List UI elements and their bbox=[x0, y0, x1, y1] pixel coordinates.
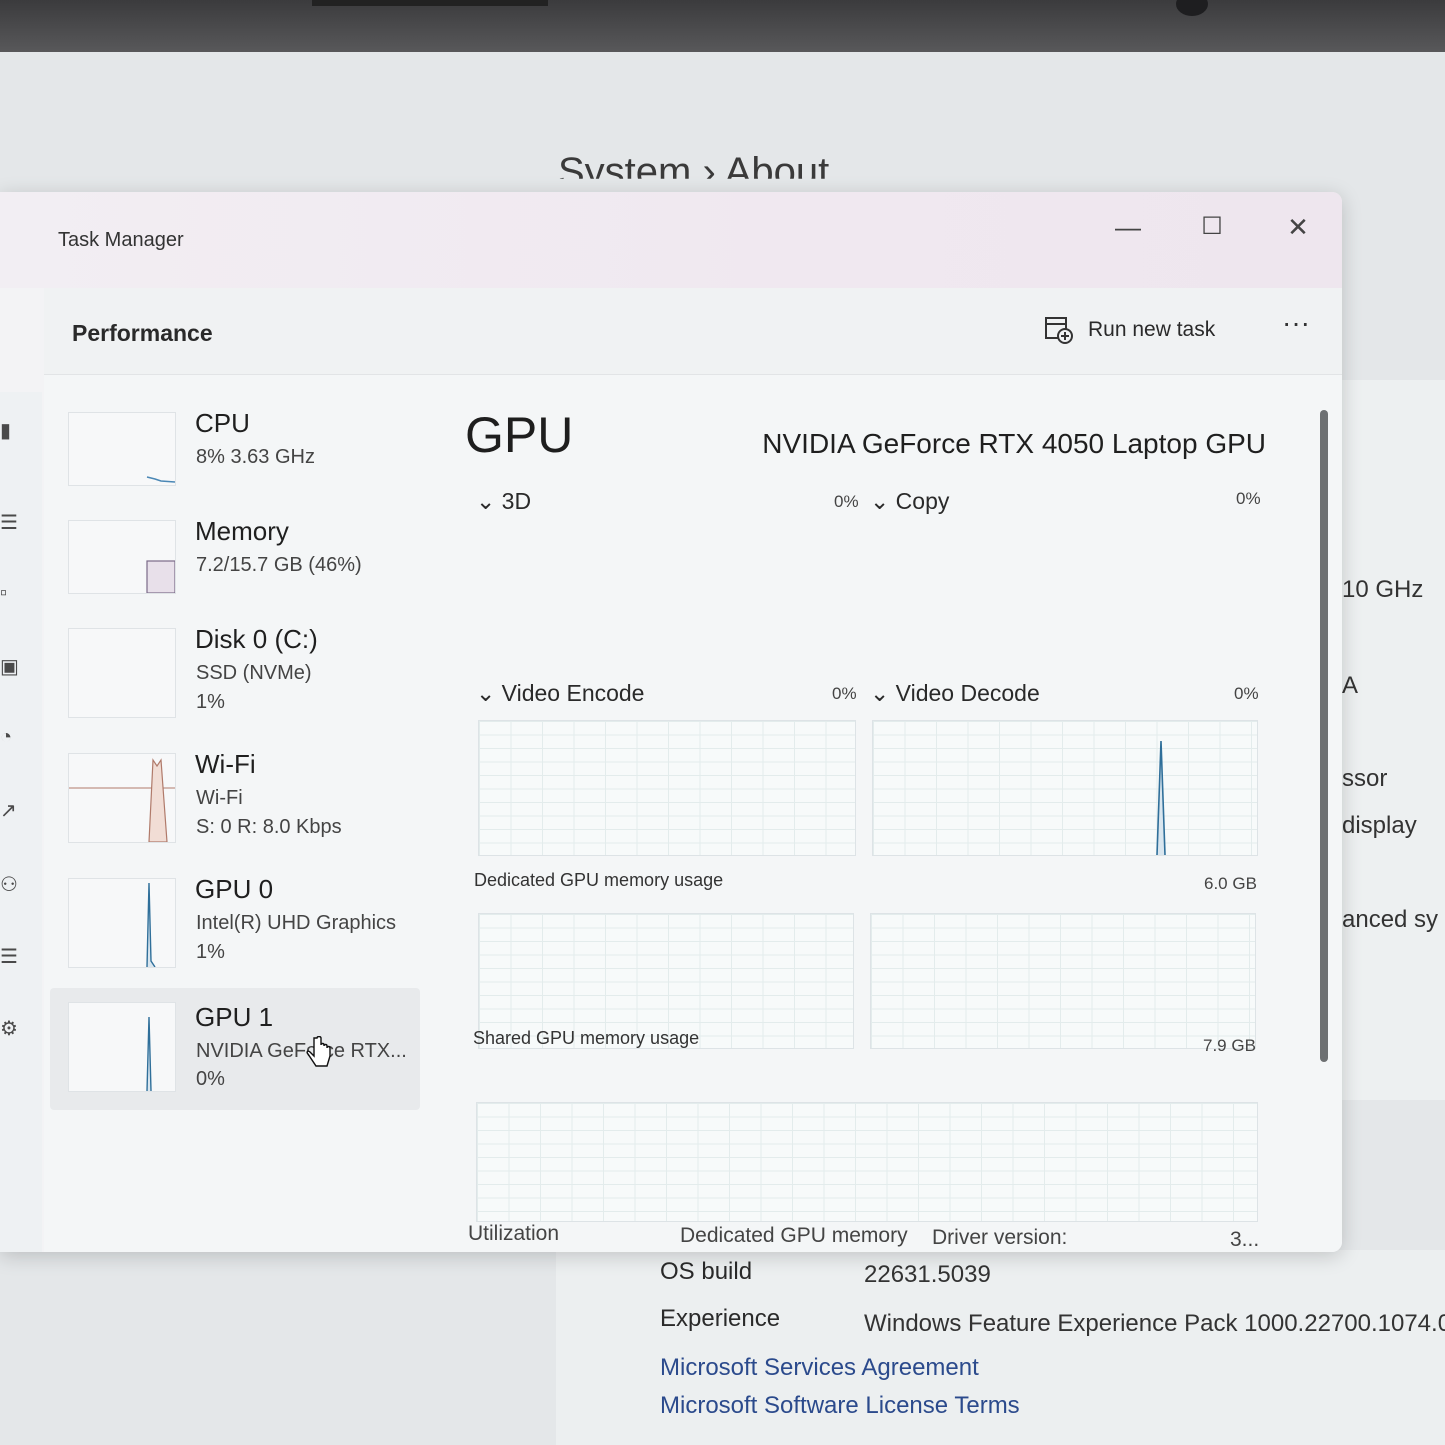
settings-fragment: display bbox=[1342, 812, 1417, 839]
wifi-thumbnail bbox=[68, 753, 176, 843]
utilization-label: Utilization bbox=[468, 1222, 560, 1245]
gpu-model-name: NVIDIA GeForce RTX 4050 Laptop GPU bbox=[762, 428, 1266, 459]
scrollbar[interactable] bbox=[1320, 410, 1328, 1062]
license-terms-link[interactable]: Microsoft Software License Terms bbox=[660, 1392, 1020, 1420]
title-bar[interactable]: Task Manager — ☐ ✕ bbox=[0, 192, 1342, 288]
bezel-bar bbox=[312, 0, 548, 6]
cpu-thumbnail bbox=[68, 412, 176, 486]
device-wifi[interactable]: Wi-Fi Wi-Fi S: 0 R: 8.0 Kbps bbox=[50, 749, 420, 873]
device-name: CPU bbox=[195, 408, 250, 438]
engine-3d-selector[interactable]: ⌄ 3D bbox=[476, 488, 531, 515]
run-task-label: Run new task bbox=[1088, 318, 1216, 341]
screen-bezel bbox=[0, 0, 1445, 52]
device-usage: 1% bbox=[196, 941, 225, 963]
engine-copy-graph bbox=[872, 720, 1258, 856]
engine-3d-graph bbox=[478, 720, 856, 856]
device-detail: NVIDIA GeForce RTX... bbox=[196, 1040, 407, 1062]
task-manager-window: Task Manager — ☐ ✕ ▮ ☰ ▫ ▣ ◔ ↗ ⚇ ☰ ⚙ ⚙ P… bbox=[0, 192, 1342, 1252]
device-usage: 1% bbox=[196, 691, 225, 713]
engine-decode-selector[interactable]: ⌄ Video Decode bbox=[870, 680, 1040, 707]
run-task-icon bbox=[1045, 317, 1073, 344]
app-icon: ▮ bbox=[0, 420, 12, 442]
os-build-value: 22631.5039 bbox=[864, 1261, 991, 1288]
performance-icon[interactable]: ▫ bbox=[0, 582, 7, 605]
engine-copy-percent: 0% bbox=[1236, 489, 1261, 508]
engine-3d-percent: 0% bbox=[834, 492, 859, 511]
hand-cursor-icon bbox=[306, 1036, 331, 1067]
dedicated-memory-stat-label: Dedicated GPU memory bbox=[680, 1224, 908, 1247]
memory-thumbnail bbox=[68, 520, 176, 594]
engine-label: 3D bbox=[501, 488, 532, 514]
gpu-heading: GPU bbox=[465, 407, 574, 463]
dedicated-memory-graph bbox=[476, 1102, 1258, 1222]
more-options-button[interactable]: ··· bbox=[1276, 306, 1316, 346]
shared-memory-label: Shared GPU memory usage bbox=[473, 1028, 700, 1048]
minimize-button[interactable]: — bbox=[1098, 202, 1158, 252]
device-detail: SSD (NVMe) bbox=[196, 662, 312, 684]
disk-thumbnail bbox=[68, 628, 176, 718]
performance-page: Performance Run new task ··· CPU 8% 3.63… bbox=[44, 288, 1342, 1252]
device-throughput: S: 0 R: 8.0 Kbps bbox=[196, 816, 342, 838]
startup-icon[interactable]: ◔ bbox=[0, 726, 12, 749]
settings-fragment: ssor bbox=[1342, 765, 1388, 792]
device-detail: 8% 3.63 GHz bbox=[196, 446, 315, 468]
engine-label: Video Encode bbox=[501, 680, 645, 706]
settings-fragment: 10 GHz bbox=[1342, 576, 1424, 603]
driver-version-label: Driver version: bbox=[932, 1226, 1068, 1249]
gpu1-thumbnail bbox=[68, 1002, 176, 1092]
list-icon[interactable]: ☰ bbox=[0, 944, 18, 969]
device-detail: Intel(R) UHD Graphics bbox=[196, 912, 397, 934]
page-title: Performance bbox=[72, 320, 213, 346]
experience-label: Experience bbox=[660, 1305, 781, 1332]
nav-rail: ▮ ☰ ▫ ▣ ◔ ↗ ⚇ ☰ ⚙ ⚙ bbox=[0, 392, 42, 1252]
device-detail: Wi-Fi bbox=[196, 787, 243, 809]
maximize-button[interactable]: ☐ bbox=[1182, 202, 1242, 252]
engine-decode-percent: 0% bbox=[1234, 684, 1259, 703]
engine-label: Copy bbox=[895, 488, 950, 514]
settings-right-panel bbox=[1338, 380, 1445, 1100]
engine-decode-graph bbox=[870, 913, 1256, 1049]
engine-copy-selector[interactable]: ⌄ Copy bbox=[870, 488, 949, 515]
device-name: Memory bbox=[195, 516, 289, 546]
engine-encode-percent: 0% bbox=[832, 684, 857, 703]
settings-fragment: A bbox=[1342, 672, 1359, 699]
device-cpu[interactable]: CPU 8% 3.63 GHz bbox=[50, 408, 420, 532]
engine-label: Video Decode bbox=[895, 680, 1040, 706]
device-detail: 7.2/15.7 GB (46%) bbox=[196, 554, 362, 576]
device-disk[interactable]: Disk 0 (C:) SSD (NVMe) 1% bbox=[50, 624, 420, 748]
gpu0-thumbnail bbox=[68, 878, 176, 968]
shared-memory-max: 7.9 GB bbox=[1203, 1036, 1256, 1055]
device-name: GPU 1 bbox=[195, 1002, 274, 1032]
webcam bbox=[1176, 0, 1208, 16]
experience-value: Windows Feature Experience Pack 1000.227… bbox=[864, 1310, 1445, 1337]
page-header: Performance Run new task ··· bbox=[44, 288, 1342, 375]
run-new-task-button[interactable]: Run new task bbox=[1044, 310, 1215, 350]
close-button[interactable]: ✕ bbox=[1268, 202, 1328, 252]
driver-version-value: 3... bbox=[1230, 1228, 1260, 1251]
device-name: Wi-Fi bbox=[195, 749, 256, 779]
device-gpu-1[interactable]: GPU 1 NVIDIA GeForce RTX... 0% bbox=[50, 988, 420, 1110]
dedicated-memory-label: Dedicated GPU memory usage bbox=[474, 870, 724, 890]
dedicated-memory-max: 6.0 GB bbox=[1204, 874, 1257, 893]
users-icon[interactable]: ↗ bbox=[0, 798, 17, 823]
os-build-label: OS build bbox=[660, 1258, 753, 1285]
processes-icon[interactable]: ☰ bbox=[0, 510, 18, 535]
settings-breadcrumb: System › About bbox=[558, 150, 830, 194]
details-icon[interactable]: ⚇ bbox=[0, 872, 18, 897]
services-agreement-link[interactable]: Microsoft Services Agreement bbox=[660, 1354, 979, 1382]
window-title: Task Manager bbox=[58, 229, 184, 251]
device-gpu-0[interactable]: GPU 0 Intel(R) UHD Graphics 1% bbox=[50, 874, 420, 998]
device-name: GPU 0 bbox=[195, 874, 274, 904]
settings-link-fragment[interactable]: anced sy bbox=[1342, 906, 1438, 934]
device-memory[interactable]: Memory 7.2/15.7 GB (46%) bbox=[50, 516, 420, 640]
device-name: Disk 0 (C:) bbox=[195, 624, 318, 654]
engine-encode-selector[interactable]: ⌄ Video Encode bbox=[476, 680, 644, 707]
device-usage: 0% bbox=[196, 1068, 225, 1090]
services-icon[interactable]: ⚙ bbox=[0, 1016, 18, 1041]
app-history-icon[interactable]: ▣ bbox=[0, 654, 19, 679]
